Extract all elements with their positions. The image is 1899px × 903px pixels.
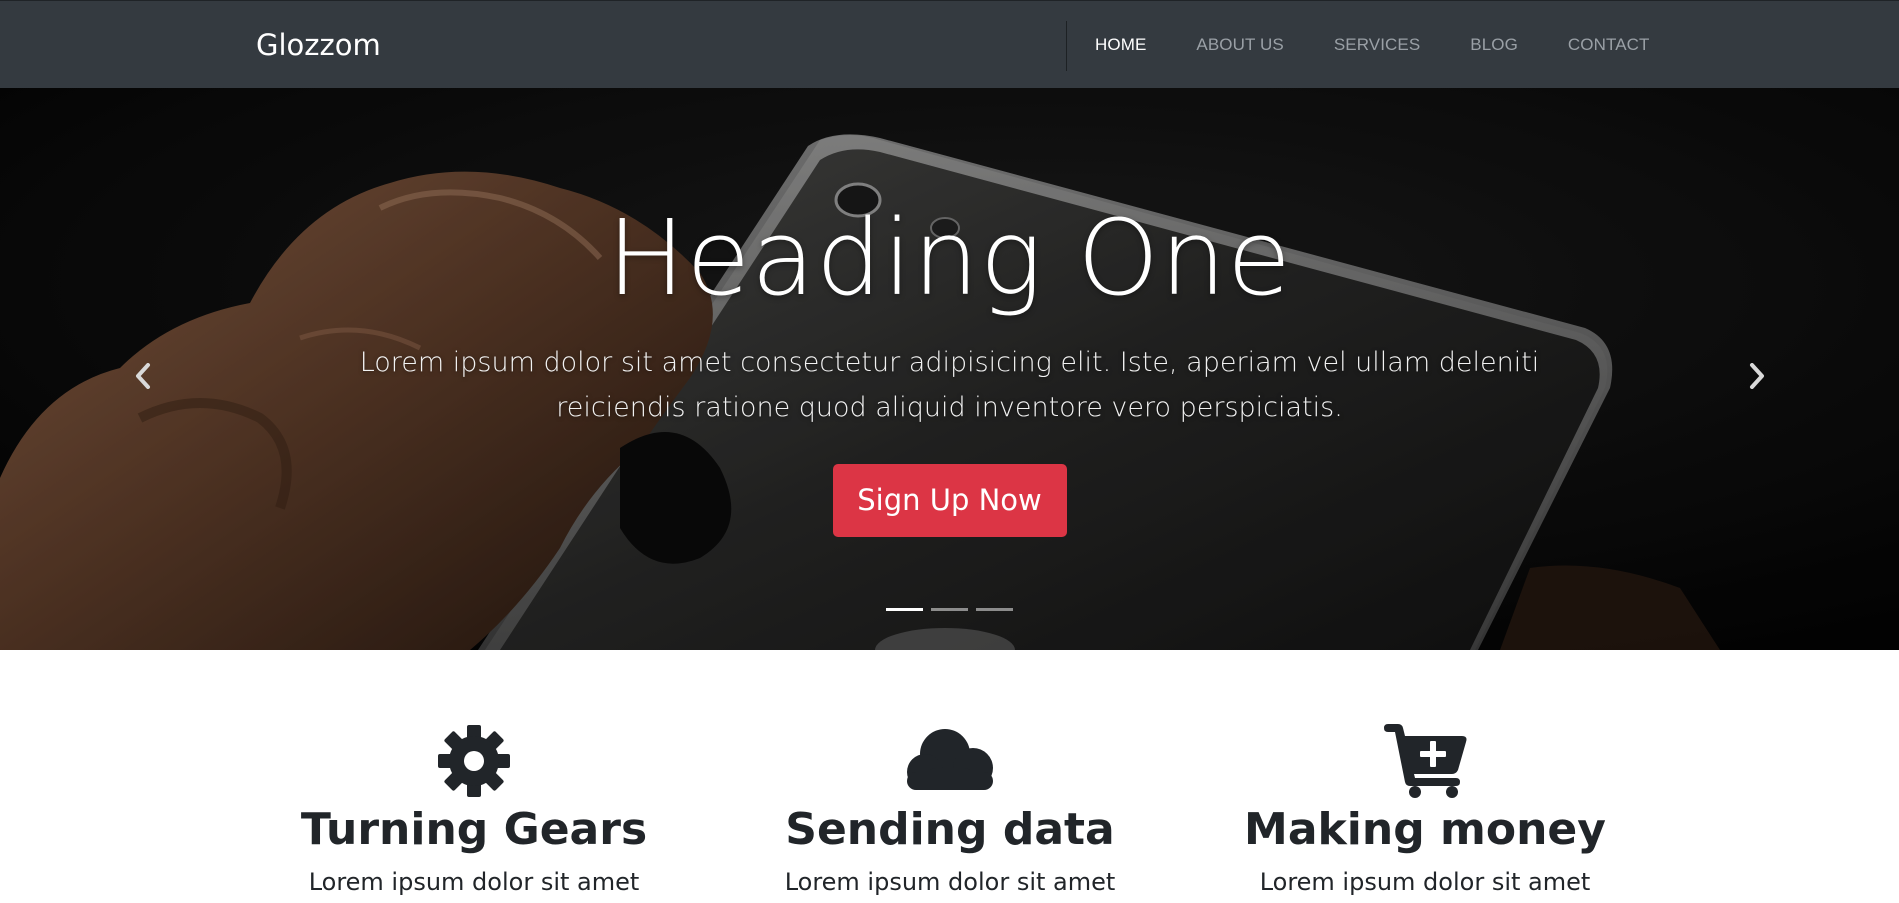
carousel-indicators xyxy=(0,608,1899,611)
hero-text: Lorem ipsum dolor sit amet consectetur a… xyxy=(359,347,1540,423)
feature-title: Turning Gears xyxy=(300,804,648,855)
nav-links: HOME ABOUT US SERVICES BLOG CONTACT xyxy=(1070,1,1675,89)
sign-up-button[interactable]: Sign Up Now xyxy=(832,464,1067,537)
carousel-indicator-1[interactable] xyxy=(886,608,923,611)
hero-caption: Heading One Lorem ipsum dolor sit amet c… xyxy=(0,198,1899,537)
carousel-indicator-3[interactable] xyxy=(976,608,1013,611)
feature-making-money: Making money Lorem ipsum dolor sit amet xyxy=(1215,724,1635,900)
features-section: Turning Gears Lorem ipsum dolor sit amet… xyxy=(0,650,1899,903)
feature-sending-data: Sending data Lorem ipsum dolor sit amet xyxy=(740,724,1160,900)
feature-text: Lorem ipsum dolor sit amet xyxy=(1259,868,1591,896)
hero-heading: Heading One xyxy=(607,197,1292,319)
nav-link-contact[interactable]: CONTACT xyxy=(1543,35,1675,55)
feature-title: Making money xyxy=(1244,804,1606,855)
hero-carousel: Heading One Lorem ipsum dolor sit amet c… xyxy=(0,88,1899,650)
nav-link-blog[interactable]: BLOG xyxy=(1445,35,1543,55)
cart-plus-icon xyxy=(1384,724,1467,798)
chevron-right-icon xyxy=(1750,363,1764,389)
feature-title: Sending data xyxy=(785,804,1115,855)
carousel-prev-button[interactable] xyxy=(123,356,163,396)
navbar: Glozzom HOME ABOUT US SERVICES BLOG CONT… xyxy=(0,0,1899,88)
gear-icon xyxy=(438,725,510,797)
feature-turning-gears: Turning Gears Lorem ipsum dolor sit amet xyxy=(264,724,684,900)
brand-logo[interactable]: Glozzom xyxy=(256,27,381,63)
chevron-left-icon xyxy=(136,363,150,389)
carousel-indicator-2[interactable] xyxy=(931,608,968,611)
carousel-next-button[interactable] xyxy=(1737,356,1777,396)
nav-link-about-us[interactable]: ABOUT US xyxy=(1171,35,1308,55)
nav-link-services[interactable]: SERVICES xyxy=(1309,35,1445,55)
cloud-icon xyxy=(907,729,993,790)
feature-text: Lorem ipsum dolor sit amet xyxy=(308,868,640,896)
feature-text: Lorem ipsum dolor sit amet xyxy=(784,868,1116,896)
nav-link-home[interactable]: HOME xyxy=(1070,35,1171,55)
nav-divider xyxy=(1066,21,1067,71)
